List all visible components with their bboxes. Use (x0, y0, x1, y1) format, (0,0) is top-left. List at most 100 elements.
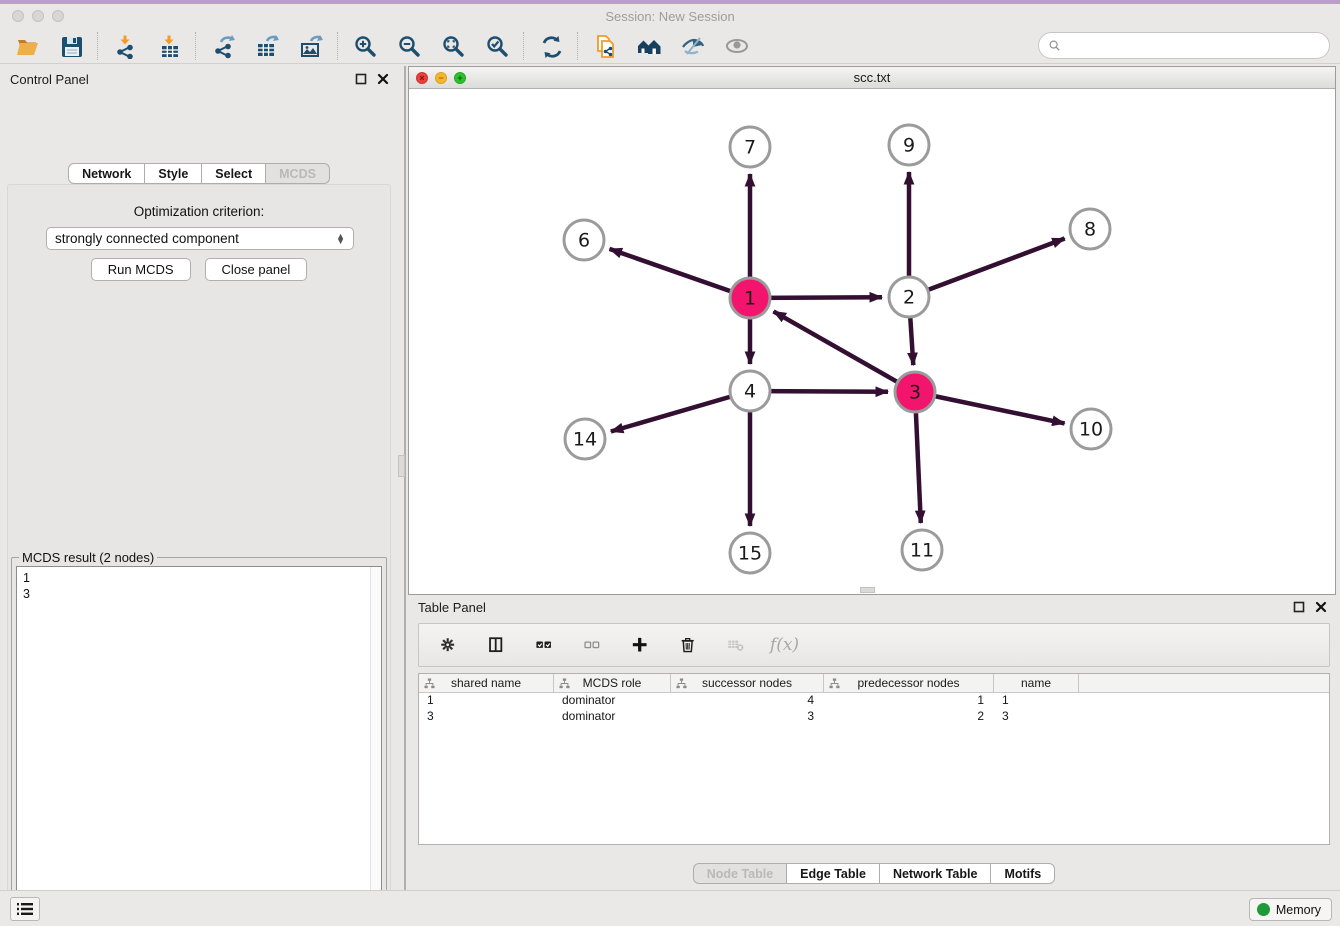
column-header-MCDS-role[interactable]: MCDS role (554, 674, 671, 692)
tab-motifs[interactable]: Motifs (991, 863, 1055, 884)
export-table-icon[interactable] (253, 32, 280, 59)
network-window-title: scc.txt (409, 70, 1335, 85)
node-label: 10 (1079, 419, 1103, 441)
column-header-shared-name[interactable]: shared name (419, 674, 554, 692)
cell-MCDS-role[interactable]: dominator (554, 693, 671, 709)
graph-node-2[interactable]: 2 (889, 277, 929, 317)
search-field[interactable] (1038, 32, 1330, 59)
deselect-all-icon[interactable] (579, 632, 606, 659)
float-panel-icon[interactable] (354, 72, 368, 86)
tab-network[interactable]: Network (68, 163, 145, 184)
cell-successor-nodes[interactable]: 4 (671, 693, 824, 709)
graph-edge-3-1[interactable] (774, 311, 916, 392)
zoom-selected-icon[interactable] (483, 32, 510, 59)
mcds-result-group: MCDS result (2 nodes) 1 3 (11, 557, 387, 926)
clone-network-icon[interactable] (591, 32, 618, 59)
graph-node-3[interactable]: 3 (895, 372, 935, 412)
search-input[interactable] (1067, 36, 1329, 56)
open-file-icon[interactable] (13, 32, 40, 59)
node-label: 6 (578, 230, 590, 252)
mcds-panel: Optimization criterion: strongly connect… (7, 184, 391, 926)
graph-node-1[interactable]: 1 (730, 278, 770, 318)
table-row: 1dominator411 (419, 693, 1329, 709)
show-columns-icon[interactable] (483, 632, 510, 659)
tab-node-table[interactable]: Node Table (693, 863, 787, 884)
import-network-icon[interactable] (111, 32, 138, 59)
save-session-icon[interactable] (57, 32, 84, 59)
function-builder-label: f(x) (770, 635, 799, 655)
task-history-button[interactable] (10, 897, 40, 921)
graph-node-4[interactable]: 4 (730, 371, 770, 411)
table-panel-title: Table Panel (418, 600, 486, 615)
column-header-name[interactable]: name (994, 674, 1079, 692)
mcds-result-title: MCDS result (2 nodes) (19, 550, 157, 565)
result-scrollbar[interactable] (370, 567, 381, 926)
table-settings-icon[interactable] (435, 632, 462, 659)
optimization-criterion-select[interactable]: strongly connected component ▲▼ (46, 227, 354, 250)
app-titlebar: Session: New Session (0, 4, 1340, 28)
close-table-panel-icon[interactable] (1314, 600, 1328, 614)
cell-MCDS-role[interactable]: dominator (554, 709, 671, 725)
control-panel: Control Panel NetworkStyleSelectMCDS Opt… (0, 66, 398, 890)
tab-style[interactable]: Style (145, 163, 202, 184)
graph-edge-4-14[interactable] (611, 391, 750, 432)
horizontal-splitter-grip[interactable] (860, 587, 875, 593)
zoom-out-icon[interactable] (395, 32, 422, 59)
zoom-in-icon[interactable] (351, 32, 378, 59)
show-all-icon[interactable] (723, 32, 750, 59)
tab-network-table[interactable]: Network Table (880, 863, 992, 884)
graph-edge-2-8[interactable] (909, 239, 1065, 298)
cell-successor-nodes[interactable]: 3 (671, 709, 824, 725)
graph-node-7[interactable]: 7 (730, 127, 770, 167)
export-network-icon[interactable] (209, 32, 236, 59)
table-row: 3dominator323 (419, 709, 1329, 725)
function-builder-icon: f(x) (771, 632, 798, 659)
export-image-icon[interactable] (297, 32, 324, 59)
table-panel: Table Panel f(x) shared nameMCDS rolesuc… (408, 595, 1340, 890)
network-window-titlebar[interactable]: × − + scc.txt (409, 67, 1335, 89)
tab-select[interactable]: Select (202, 163, 266, 184)
graph-node-11[interactable]: 11 (902, 530, 942, 570)
cell-predecessor-nodes[interactable]: 1 (824, 693, 994, 709)
delete-row-icon[interactable] (675, 632, 702, 659)
hide-selected-icon[interactable] (679, 32, 706, 59)
column-header-predecessor-nodes[interactable]: predecessor nodes (824, 674, 994, 692)
apply-layout-icon[interactable] (537, 32, 564, 59)
cell-name[interactable]: 1 (994, 693, 1079, 709)
network-canvas[interactable]: 7 9 6 8 1 2 4 3 14 10 15 11 (409, 89, 1335, 594)
graph-node-8[interactable]: 8 (1070, 209, 1110, 249)
splitter-grip[interactable] (398, 455, 405, 477)
cell-shared-name[interactable]: 1 (419, 693, 554, 709)
tab-mcds[interactable]: MCDS (266, 163, 330, 184)
node-table: shared nameMCDS rolesuccessor nodesprede… (418, 673, 1330, 845)
column-header-successor-nodes[interactable]: successor nodes (671, 674, 824, 692)
graph-edge-3-10[interactable] (915, 392, 1065, 423)
zoom-fit-icon[interactable] (439, 32, 466, 59)
cell-name[interactable]: 3 (994, 709, 1079, 725)
node-label: 7 (744, 137, 756, 159)
graph-edge-1-6[interactable] (610, 249, 751, 298)
add-row-icon[interactable] (627, 632, 654, 659)
float-table-panel-icon[interactable] (1292, 600, 1306, 614)
graph-node-14[interactable]: 14 (565, 419, 605, 459)
first-neighbors-icon[interactable] (635, 32, 662, 59)
graph-node-9[interactable]: 9 (889, 125, 929, 165)
run-mcds-button[interactable]: Run MCDS (91, 258, 191, 281)
graph-node-10[interactable]: 10 (1071, 409, 1111, 449)
import-table-icon[interactable] (155, 32, 182, 59)
close-panel-icon[interactable] (376, 72, 390, 86)
mcds-result-textarea[interactable]: 1 3 (16, 566, 382, 926)
close-panel-button[interactable]: Close panel (205, 258, 308, 281)
vertical-splitter[interactable] (398, 66, 408, 890)
node-label: 1 (744, 288, 756, 310)
memory-button[interactable]: Memory (1249, 898, 1332, 921)
graph-node-15[interactable]: 15 (730, 533, 770, 573)
tab-edge-table[interactable]: Edge Table (787, 863, 880, 884)
app-title: Session: New Session (0, 9, 1340, 24)
select-all-icon[interactable] (531, 632, 558, 659)
list-icon (16, 901, 34, 917)
cell-predecessor-nodes[interactable]: 2 (824, 709, 994, 725)
optimization-criterion-label: Optimization criterion: (8, 204, 390, 219)
graph-node-6[interactable]: 6 (564, 220, 604, 260)
cell-shared-name[interactable]: 3 (419, 709, 554, 725)
